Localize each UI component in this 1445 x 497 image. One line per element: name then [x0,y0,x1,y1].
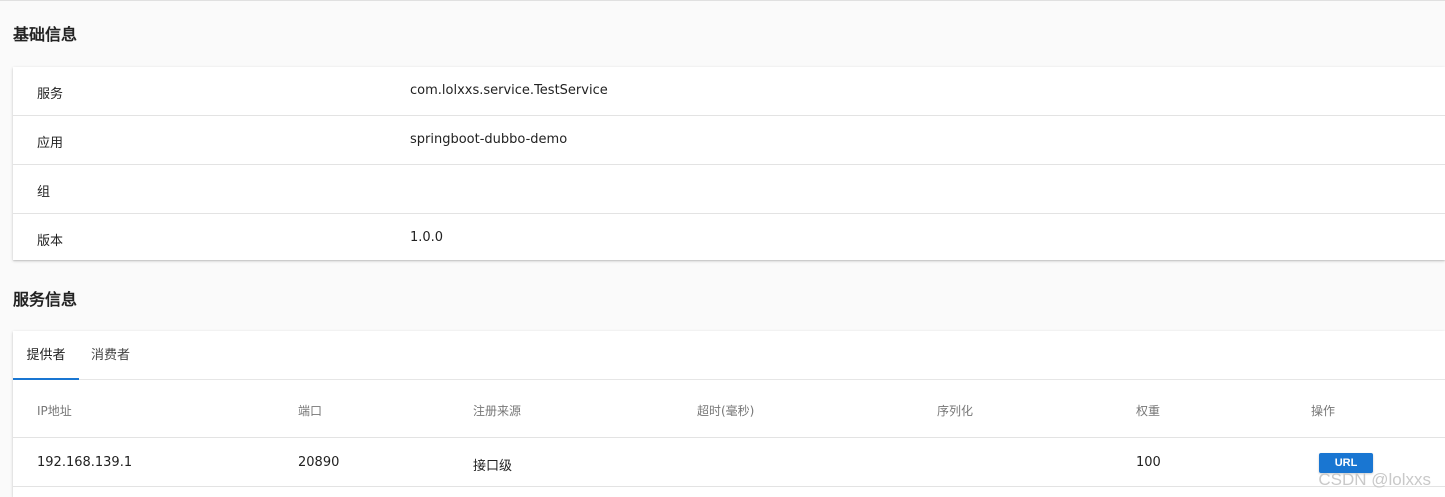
basic-info-title: 基础信息 [13,25,78,44]
cell-weight: 100 [1136,455,1161,470]
row-key: 应用 [37,136,64,151]
row-key: 版本 [37,234,64,249]
row-value: 1.0.0 [410,230,444,245]
cell-ip: 192.168.139.1 [37,455,133,470]
top-divider [0,0,1445,1]
column-header-ip: IP地址 [37,404,72,418]
row-key: 服务 [37,87,64,102]
basic-info-row-application: 应用 springboot-dubbo-demo [13,116,1445,165]
row-key: 组 [37,185,51,200]
service-info-title: 服务信息 [13,290,78,309]
cell-source: 接口级 [473,459,513,474]
column-header-weight: 权重 [1136,404,1161,418]
service-info-card: 提供者 消费者 IP地址 端口 注册来源 超时(毫秒) 序列化 权重 操作 19… [13,331,1445,497]
cell-port: 20890 [298,455,340,470]
column-header-serialization: 序列化 [937,404,974,418]
basic-info-row-version: 版本 1.0.0 [13,214,1445,262]
row-value: springboot-dubbo-demo [410,132,568,147]
column-header-port: 端口 [298,404,323,418]
table-header: IP地址 端口 注册来源 超时(毫秒) 序列化 权重 操作 [13,380,1445,438]
basic-info-row-service: 服务 com.lolxxs.service.TestService [13,67,1445,116]
column-header-timeout: 超时(毫秒) [697,404,755,418]
tab-consumer[interactable]: 消费者 [91,331,130,379]
basic-info-row-group: 组 [13,165,1445,214]
watermark: CSDN @lolxxs [1318,470,1431,489]
table-row: 192.168.139.1 20890 接口级 100 URL [13,438,1445,487]
column-header-action: 操作 [1311,404,1336,418]
basic-info-card: 服务 com.lolxxs.service.TestService 应用 spr… [13,67,1445,260]
tab-bar: 提供者 消费者 [13,331,1445,380]
tab-provider[interactable]: 提供者 [13,331,79,380]
row-value: com.lolxxs.service.TestService [410,83,608,98]
column-header-source: 注册来源 [473,404,522,418]
